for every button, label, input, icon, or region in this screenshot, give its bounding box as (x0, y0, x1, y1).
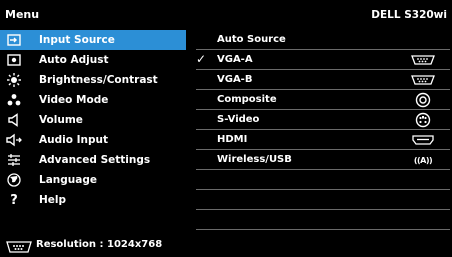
option-label: Wireless/USB (217, 154, 292, 165)
menu-item-audio-input[interactable]: Audio Input (0, 130, 186, 150)
check-icon: ✓ (196, 52, 207, 66)
vga-connector-icon (410, 52, 436, 68)
option-s-video[interactable]: S-Video (193, 110, 450, 130)
empty-row (193, 210, 450, 230)
help-icon: ? (10, 192, 18, 208)
auto-adjust-icon (6, 52, 22, 68)
menu-item-help[interactable]: ? Help (0, 190, 186, 210)
menu-item-label: Language (39, 174, 97, 186)
vga-connector-icon (410, 72, 436, 88)
option-label: Auto Source (217, 34, 286, 45)
status-bar: Resolution : 1024x768 (0, 234, 452, 256)
resolution-text: Resolution : 1024x768 (36, 239, 163, 250)
option-vga-a[interactable]: ✓ VGA-A (193, 50, 450, 70)
menu-item-auto-adjust[interactable]: Auto Adjust (0, 50, 186, 70)
menu-item-label: Audio Input (39, 134, 108, 146)
menu-item-label: Auto Adjust (39, 54, 109, 66)
language-icon (6, 172, 22, 188)
empty-row (193, 190, 450, 210)
menu-item-label: Video Mode (39, 94, 109, 106)
option-label: VGA-A (217, 54, 253, 65)
hdmi-connector-icon (410, 132, 436, 148)
menu-item-volume[interactable]: Volume (0, 110, 186, 130)
input-source-icon (6, 32, 22, 48)
vga-connector-icon (6, 238, 32, 253)
menu-item-label: Volume (39, 114, 83, 126)
option-auto-source[interactable]: Auto Source (193, 30, 450, 50)
option-wireless-usb[interactable]: Wireless/USB ((A)) (193, 150, 450, 170)
menu-item-language[interactable]: Language (0, 170, 186, 190)
wireless-icon: ((A)) (413, 155, 433, 165)
option-label: S-Video (217, 114, 260, 125)
brightness-icon (6, 72, 22, 88)
menu-item-advanced-settings[interactable]: Advanced Settings (0, 150, 186, 170)
menu-title: Menu (5, 8, 40, 21)
option-vga-b[interactable]: VGA-B (193, 70, 450, 90)
volume-icon (6, 112, 22, 128)
row-divider (196, 229, 450, 230)
menu-item-video-mode[interactable]: Video Mode (0, 90, 186, 110)
composite-connector-icon (410, 92, 436, 108)
model-name: DELL S320wi (371, 9, 447, 21)
menu-item-label: Help (39, 194, 67, 206)
input-source-submenu: Auto Source ✓ VGA-A VGA-B Composite S-Vi… (193, 30, 450, 234)
s-video-connector-icon (410, 112, 436, 128)
option-label: HDMI (217, 134, 248, 145)
video-mode-icon (6, 92, 22, 108)
osd-header: Menu DELL S320wi (0, 0, 452, 30)
projector-osd: Menu DELL S320wi Input Source Auto Adjus… (0, 0, 452, 256)
empty-row (193, 170, 450, 190)
menu-item-label: Advanced Settings (39, 154, 151, 166)
menu-item-label: Input Source (39, 34, 115, 46)
option-label: VGA-B (217, 74, 253, 85)
audio-input-icon (6, 132, 22, 148)
option-label: Composite (217, 94, 277, 105)
main-menu: Input Source Auto Adjust Brightness/Cont… (0, 30, 186, 234)
menu-item-input-source[interactable]: Input Source (0, 30, 186, 50)
menu-item-label: Brightness/Contrast (39, 74, 158, 86)
option-composite[interactable]: Composite (193, 90, 450, 110)
option-hdmi[interactable]: HDMI (193, 130, 450, 150)
advanced-settings-icon (6, 152, 22, 168)
menu-item-brightness-contrast[interactable]: Brightness/Contrast (0, 70, 186, 90)
